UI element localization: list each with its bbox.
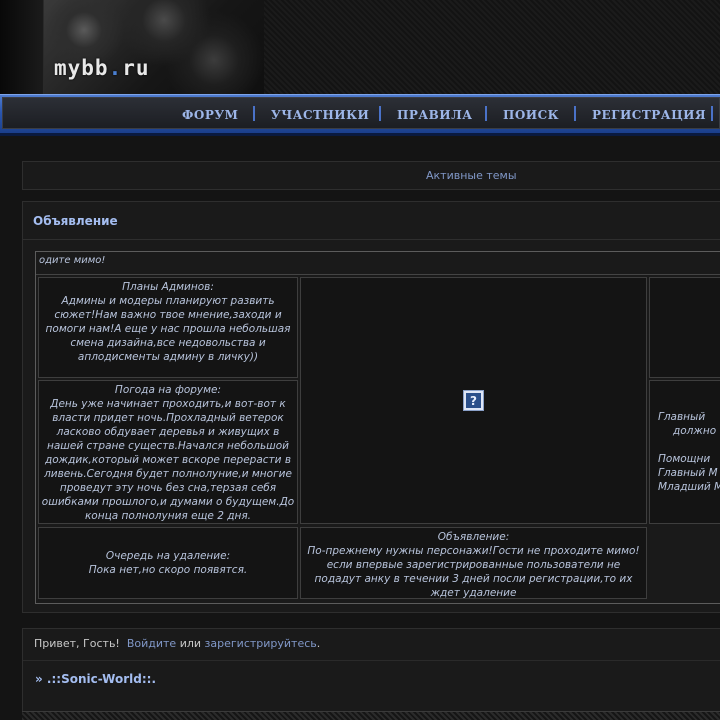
announcement-image-cell: ? bbox=[300, 277, 647, 524]
main-navigation: ФОРУМ УЧАСТНИКИ ПРАВИЛА ПОИСК РЕГИСТРАЦИ… bbox=[0, 94, 720, 136]
right-top-cell bbox=[649, 277, 720, 378]
divider bbox=[23, 660, 720, 661]
or-text: или bbox=[179, 637, 202, 650]
admin-plans-title: Планы Админов: bbox=[122, 281, 214, 293]
staff-line: Главный М bbox=[658, 467, 718, 479]
site-header: mybb.ru bbox=[0, 0, 720, 94]
nav-item-members[interactable]: УЧАСТНИКИ bbox=[271, 108, 369, 122]
nav-separator bbox=[379, 106, 381, 121]
register-link[interactable]: зарегистрируйтесь bbox=[205, 637, 317, 650]
login-link[interactable]: Войдите bbox=[127, 637, 176, 650]
divider bbox=[36, 274, 720, 275]
logo-dot: . bbox=[108, 56, 123, 80]
logo-tld: ru bbox=[122, 56, 150, 80]
divider bbox=[23, 239, 720, 240]
forum-weather-text: День уже начинает проходить,и вот-вот к … bbox=[41, 398, 295, 522]
staff-line: Младший М bbox=[658, 481, 720, 493]
nav-item-register[interactable]: РЕГИСТРАЦИЯ bbox=[592, 108, 706, 122]
announcement-panel: Объявление одите мимо! Планы Админов: Ад… bbox=[22, 201, 720, 613]
guest-greeting-line: Привет, Гость! Войдите или зарегистрируй… bbox=[34, 637, 320, 650]
nav-item-forum[interactable]: ФОРУМ bbox=[182, 108, 238, 122]
broken-image-icon: ? bbox=[463, 390, 484, 411]
notice-text: По-прежнему нужны персонажи!Гости не про… bbox=[307, 545, 640, 599]
active-topics-panel: Активные темы bbox=[22, 161, 720, 190]
deletion-queue-text: Пока нет,но скоро появятся. bbox=[88, 564, 248, 576]
breadcrumb[interactable]: » .::Sonic-World::. bbox=[35, 672, 156, 686]
nav-inner: ФОРУМ УЧАСТНИКИ ПРАВИЛА ПОИСК РЕГИСТРАЦИ… bbox=[2, 97, 720, 129]
announcement-marquee: одите мимо! bbox=[39, 255, 106, 266]
deletion-queue-cell: Очередь на удаление: Пока нет,но скоро п… bbox=[38, 527, 298, 599]
header-left-strip bbox=[0, 0, 44, 94]
admin-plans-text: Админы и модеры планируют развить сюжет!… bbox=[45, 295, 291, 363]
announcement-table: одите мимо! Планы Админов: Админы и моде… bbox=[35, 251, 720, 604]
admin-plans-cell: Планы Админов: Админы и модеры планируют… bbox=[38, 277, 298, 378]
header-carbon-texture bbox=[264, 0, 720, 94]
nav-separator bbox=[574, 106, 576, 121]
staff-line: Главный bbox=[658, 411, 706, 423]
guest-panel: Привет, Гость! Войдите или зарегистрируй… bbox=[22, 628, 720, 720]
footer-decoration bbox=[22, 711, 720, 720]
period: . bbox=[316, 637, 321, 650]
notice-cell: Объявление: По-прежнему нужны персонажи!… bbox=[300, 527, 647, 599]
notice-title: Объявление: bbox=[437, 531, 510, 543]
nav-separator bbox=[711, 106, 713, 121]
deletion-queue-title: Очередь на удаление: bbox=[105, 550, 231, 562]
staff-line-spacer bbox=[658, 438, 661, 452]
nav-item-search[interactable]: ПОИСК bbox=[503, 108, 559, 122]
forum-weather-title: Погода на форуме: bbox=[114, 384, 222, 396]
nav-separator bbox=[485, 106, 487, 121]
site-logo[interactable]: mybb.ru bbox=[54, 56, 150, 80]
guest-greeting: Привет, Гость! bbox=[34, 637, 120, 650]
staff-line: Помощни bbox=[658, 453, 711, 465]
active-topics-link[interactable]: Активные темы bbox=[426, 169, 517, 182]
staff-line: должно bbox=[673, 425, 717, 437]
announcement-title: Объявление bbox=[33, 214, 118, 228]
nav-separator bbox=[253, 106, 255, 121]
staff-list-cell: Главный должно Помощни Главный М Младший… bbox=[649, 380, 720, 524]
logo-main: mybb bbox=[54, 56, 109, 80]
forum-weather-cell: Погода на форуме: День уже начинает прох… bbox=[38, 380, 298, 524]
nav-item-rules[interactable]: ПРАВИЛА bbox=[397, 108, 473, 122]
